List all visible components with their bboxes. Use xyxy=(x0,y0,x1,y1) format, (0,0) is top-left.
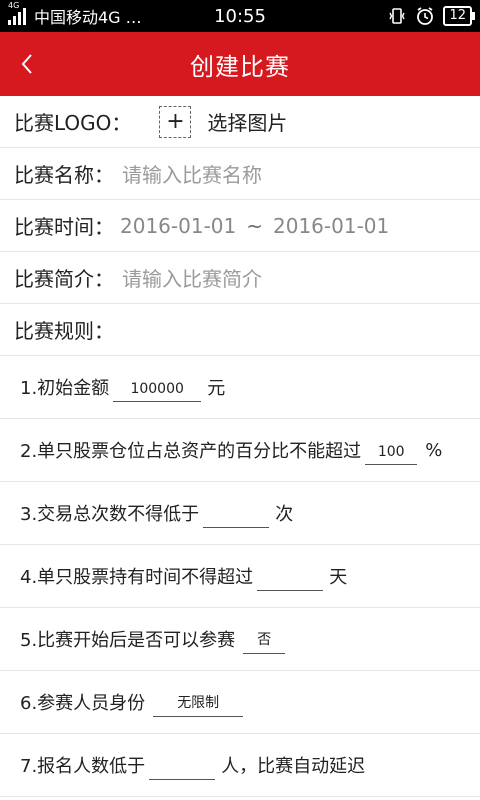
vibrate-icon xyxy=(387,6,407,26)
rule-min-trades: 3.交易总次数不得低于 次 xyxy=(0,482,480,545)
initial-amount-input[interactable]: 100000 xyxy=(113,372,202,402)
rule-unit: 元 xyxy=(207,378,226,399)
rule-text: 7.报名人数低于 xyxy=(20,756,146,777)
rules-row: 比赛规则： xyxy=(0,304,480,356)
status-bar: 4G 中国移动4G … 10:55 12 xyxy=(0,0,480,32)
logo-row: 比赛LOGO： + 选择图片 xyxy=(0,96,480,148)
back-button[interactable] xyxy=(14,50,42,78)
select-image-link[interactable]: 选择图片 xyxy=(207,107,287,136)
rule-unit: % xyxy=(425,439,443,461)
name-label: 比赛名称： xyxy=(14,163,114,187)
participant-identity-select[interactable]: 无限制 xyxy=(153,687,244,717)
add-logo-button[interactable]: + xyxy=(159,105,192,138)
name-row: 比赛名称： 请输入比赛名称 xyxy=(0,148,480,200)
rule-unit: 天 xyxy=(329,567,348,588)
app-header: 创建比赛 xyxy=(0,32,480,96)
rule-late-join: 5.比赛开始后是否可以参赛 否 xyxy=(0,608,480,671)
time-label: 比赛时间： xyxy=(14,215,114,239)
intro-row: 比赛简介： 请输入比赛简介 xyxy=(0,252,480,304)
intro-label: 比赛简介： xyxy=(14,267,114,291)
rule-position-limit: 2.单只股票仓位占总资产的百分比不能超过 100 % xyxy=(0,419,480,482)
end-date-picker[interactable]: 2016-01-01 xyxy=(273,214,389,238)
rule-text: 6.参赛人员身份 xyxy=(20,693,146,714)
name-input[interactable]: 请输入比赛名称 xyxy=(122,159,262,188)
start-date-picker[interactable]: 2016-01-01 xyxy=(120,214,236,238)
alarm-icon xyxy=(415,6,435,26)
plus-icon: + xyxy=(166,109,185,134)
intro-input[interactable]: 请输入比赛简介 xyxy=(122,263,262,292)
rule-text: 3.交易总次数不得低于 xyxy=(20,504,200,525)
min-signups-input[interactable] xyxy=(149,750,216,780)
rule-participant-identity: 6.参赛人员身份 无限制 xyxy=(0,671,480,734)
logo-label: 比赛LOGO： xyxy=(14,111,132,135)
rules-label: 比赛规则： xyxy=(14,319,114,343)
rule-text: 1.初始金额 xyxy=(20,378,110,399)
chevron-left-icon xyxy=(21,54,32,74)
rule-initial-amount: 1.初始金额 100000 元 xyxy=(0,356,480,419)
max-hold-days-input[interactable] xyxy=(257,561,324,591)
rule-text: 4.单只股票持有时间不得超过 xyxy=(20,567,254,588)
create-match-form: 比赛LOGO： + 选择图片 比赛名称： 请输入比赛名称 比赛时间： 2016-… xyxy=(0,96,480,797)
time-row: 比赛时间： 2016-01-01 ~ 2016-01-01 xyxy=(0,200,480,252)
rule-text: 2.单只股票仓位占总资产的百分比不能超过 xyxy=(20,441,362,462)
page-title: 创建比赛 xyxy=(190,52,290,81)
battery-level: 12 xyxy=(449,8,466,23)
rule-text: 5.比赛开始后是否可以参赛 xyxy=(20,630,236,651)
min-trades-input[interactable] xyxy=(203,498,270,528)
rule-min-signups: 7.报名人数低于 人，比赛自动延迟 xyxy=(0,734,480,797)
position-limit-input[interactable]: 100 xyxy=(365,435,418,465)
battery-icon: 12 xyxy=(443,6,475,26)
date-separator: ~ xyxy=(246,213,263,238)
rule-max-hold-days: 4.单只股票持有时间不得超过 天 xyxy=(0,545,480,608)
rule-unit: 人，比赛自动延迟 xyxy=(221,756,366,777)
rule-unit: 次 xyxy=(275,504,294,525)
late-join-select[interactable]: 否 xyxy=(243,624,286,654)
